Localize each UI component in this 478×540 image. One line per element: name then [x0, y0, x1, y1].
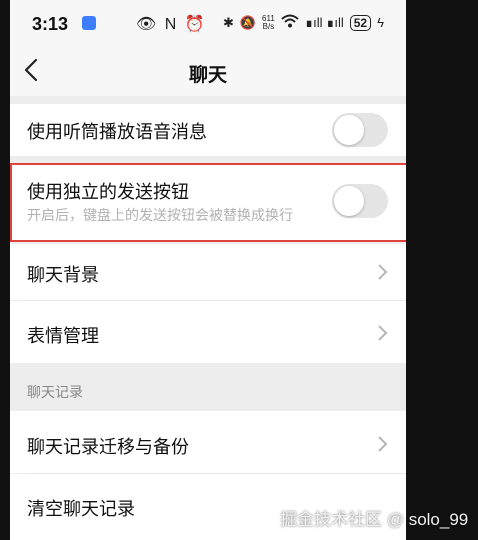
battery-icon: 52 — [349, 14, 372, 31]
setting-sticker-management[interactable]: 表情管理 — [10, 301, 406, 363]
setting-earpiece-voice[interactable]: 使用听筒播放语音消息 — [10, 104, 406, 156]
section-title-chat-history: 聊天记录 — [27, 384, 83, 400]
watermark: 掘金技术社区 @ solo_99 — [280, 510, 469, 529]
chevron-right-icon — [376, 435, 388, 453]
status-time: 3:13 — [32, 14, 69, 34]
setting-sticker-management-label: 表情管理 — [27, 326, 99, 346]
nav-bar: 聊天 — [10, 48, 406, 96]
toggle-knob — [334, 186, 364, 216]
separate-send-toggle[interactable] — [332, 184, 388, 218]
setting-separate-send-description: 开启后，键盘上的发送按钮会被替换成换行 — [27, 207, 293, 223]
mute-icon: 🔕 — [239, 14, 257, 30]
setting-clear-history-label: 清空聊天记录 — [27, 499, 135, 519]
app-badge-icon — [82, 16, 96, 30]
net-speed-unit: B/s — [262, 21, 275, 31]
setting-separate-send[interactable]: 使用独立的发送按钮 开启后，键盘上的发送按钮会被替换成换行 — [10, 165, 406, 241]
status-icons-left: 👁 N ⏰ — [136, 16, 207, 33]
earpiece-voice-toggle[interactable] — [332, 113, 388, 147]
status-bar: 3:13 👁 N ⏰ ✱ 🔕 611 B/s ∎ıll ∎ıll 52 ϟ — [10, 0, 406, 48]
setting-migrate-backup-label: 聊天记录迁移与备份 — [27, 437, 189, 457]
signal-icon: ∎ıll ∎ıll — [304, 14, 344, 30]
setting-chat-background-label: 聊天背景 — [27, 265, 99, 285]
setting-earpiece-voice-label: 使用听筒播放语音消息 — [27, 122, 207, 142]
toggle-knob — [334, 115, 364, 145]
setting-chat-background[interactable]: 聊天背景 — [10, 244, 406, 300]
phone-screen: 3:13 👁 N ⏰ ✱ 🔕 611 B/s ∎ıll ∎ıll 52 ϟ 聊天… — [10, 0, 406, 540]
page-title: 聊天 — [188, 65, 227, 86]
chevron-right-icon — [376, 263, 388, 281]
charging-icon: ϟ — [377, 15, 384, 30]
status-icons-right: ✱ 🔕 611 B/s ∎ıll ∎ıll 52 ϟ — [223, 14, 384, 31]
bluetooth-icon: ✱ — [222, 14, 234, 30]
setting-separate-send-label: 使用独立的发送按钮 — [27, 182, 189, 202]
wifi-icon — [281, 14, 299, 31]
chevron-right-icon — [376, 324, 388, 342]
setting-migrate-backup[interactable]: 聊天记录迁移与备份 — [10, 411, 406, 473]
net-speed: 611 B/s — [262, 14, 275, 31]
